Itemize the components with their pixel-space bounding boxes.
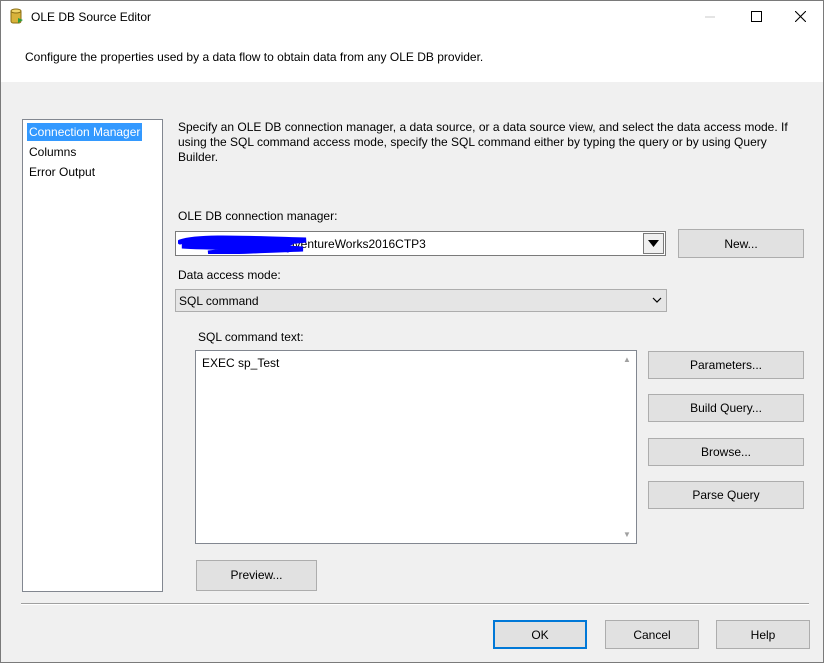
data-access-mode-value: SQL command	[179, 294, 259, 308]
window-title: OLE DB Source Editor	[31, 10, 152, 24]
nav-item-error-output[interactable]: Error Output	[27, 163, 97, 181]
instructions-text: Specify an OLE DB connection manager, a …	[178, 120, 788, 164]
close-icon	[794, 11, 806, 22]
sql-command-text-label: SQL command text:	[198, 330, 304, 344]
preview-button[interactable]: Preview...	[196, 560, 317, 591]
close-button[interactable]	[777, 1, 823, 32]
browse-button[interactable]: Browse...	[648, 438, 804, 466]
connection-manager-value: dventureWorks2016CTP3	[288, 237, 426, 251]
footer-separator	[21, 603, 809, 605]
parameters-button[interactable]: Parameters...	[648, 351, 804, 379]
sql-vertical-scrollbar[interactable]: ▲ ▼	[619, 351, 636, 543]
nav-item-connection-manager[interactable]: Connection Manager	[27, 123, 143, 141]
scroll-down-icon[interactable]: ▼	[623, 530, 631, 539]
connection-dropdown-button[interactable]	[643, 233, 664, 254]
title-bar[interactable]: OLE DB Source Editor	[1, 1, 823, 32]
help-button[interactable]: Help	[716, 620, 810, 649]
cancel-button[interactable]: Cancel	[605, 620, 699, 649]
data-access-mode-select[interactable]: SQL command	[175, 289, 667, 312]
new-connection-button[interactable]: New...	[678, 229, 804, 258]
minimize-icon	[705, 16, 715, 17]
database-icon	[10, 8, 23, 24]
ok-button[interactable]: OK	[493, 620, 587, 649]
maximize-button[interactable]	[733, 1, 779, 32]
sql-command-textarea[interactable]: EXEC sp_Test ▲ ▼	[195, 350, 637, 544]
redaction-scribble	[178, 235, 307, 254]
connection-manager-label: OLE DB connection manager:	[178, 209, 338, 223]
page-navigation-list[interactable]: Connection Manager Columns Error Output	[22, 119, 163, 592]
connection-manager-combobox[interactable]: dventureWorks2016CTP3	[175, 231, 666, 256]
nav-item-columns[interactable]: Columns	[27, 143, 78, 161]
ole-db-source-editor-window: OLE DB Source Editor Configure the prope…	[0, 0, 824, 663]
maximize-icon	[750, 11, 762, 22]
build-query-button[interactable]: Build Query...	[648, 394, 804, 422]
header-band: Configure the properties used by a data …	[1, 32, 823, 82]
sql-command-value: EXEC sp_Test	[202, 356, 280, 370]
chevron-down-icon	[652, 297, 662, 303]
data-access-mode-label: Data access mode:	[178, 268, 281, 282]
triangle-down-icon	[648, 240, 659, 247]
minimize-button[interactable]	[687, 1, 733, 32]
scroll-up-icon[interactable]: ▲	[623, 355, 631, 364]
editor-description: Configure the properties used by a data …	[25, 50, 484, 64]
parse-query-button[interactable]: Parse Query	[648, 481, 804, 509]
